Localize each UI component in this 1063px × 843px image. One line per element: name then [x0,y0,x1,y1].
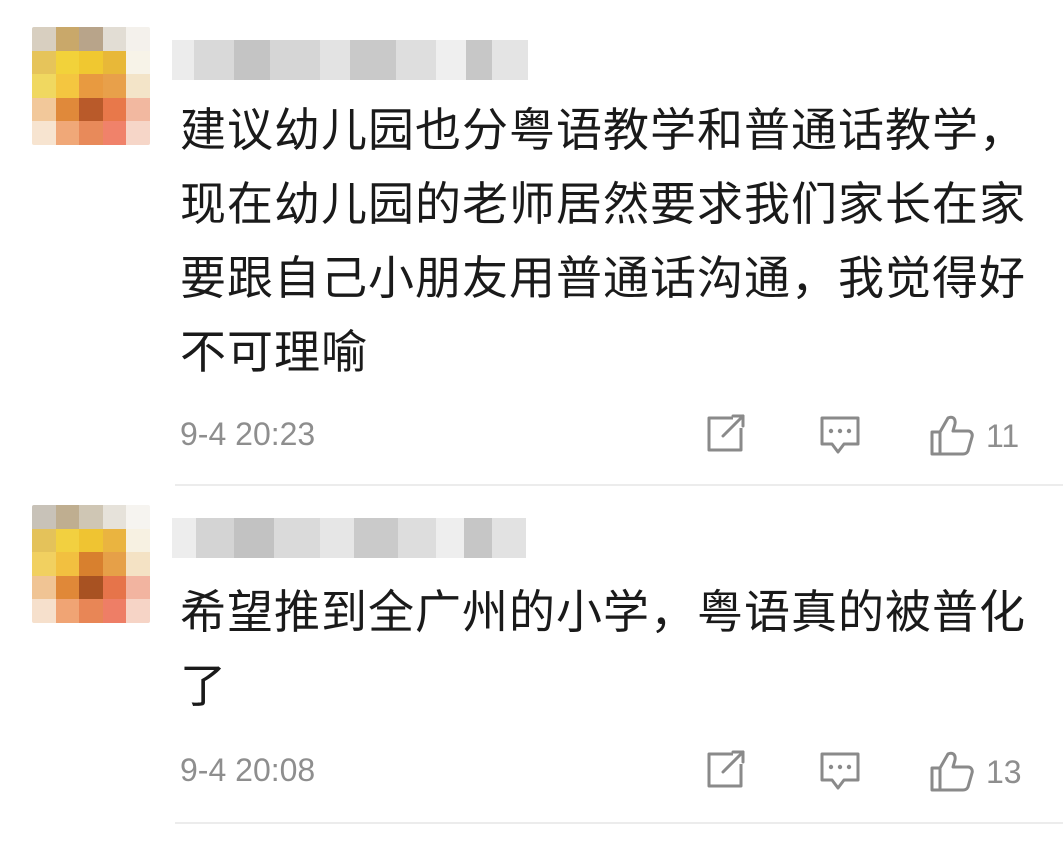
share-icon [707,414,745,452]
username-blurred[interactable] [172,40,528,80]
comment-text: 希望推到全广州的小学，粤语真的被普化了 [180,585,1026,713]
reply-button[interactable] [818,414,862,456]
avatar[interactable] [32,505,150,623]
username-blurred[interactable] [172,518,526,558]
comment-icon [820,416,860,454]
thumbs-up-icon [930,751,974,792]
divider [175,822,1063,824]
share-icon [707,750,745,788]
like-count: 13 [986,753,1022,790]
avatar[interactable] [32,27,150,145]
reply-button[interactable] [818,750,862,792]
comment-item: 希望推到全广州的小学，粤语真的被普化了 9-4 20:08 13 [0,487,1063,827]
comment-icon [820,752,860,790]
timestamp: 9-4 20:08 [180,752,316,788]
like-button[interactable]: 13 [928,750,1022,794]
comment-footer: 9-4 20:23 11 [0,406,1063,466]
like-button[interactable]: 11 [928,414,1019,458]
comment-footer: 9-4 20:08 13 [0,742,1063,802]
timestamp: 9-4 20:23 [180,416,316,452]
divider [175,484,1063,486]
comment-text: 建议幼儿园也分粤语教学和普通话教学，现在幼儿园的老师居然要求我们家长在家要跟自己… [180,103,1026,379]
share-button[interactable] [703,414,747,454]
share-button[interactable] [703,750,747,790]
comment-item: 建议幼儿园也分粤语教学和普通话教学，现在幼儿园的老师居然要求我们家长在家要跟自己… [0,0,1063,485]
like-count: 11 [986,417,1020,454]
thumbs-up-icon [930,415,974,456]
